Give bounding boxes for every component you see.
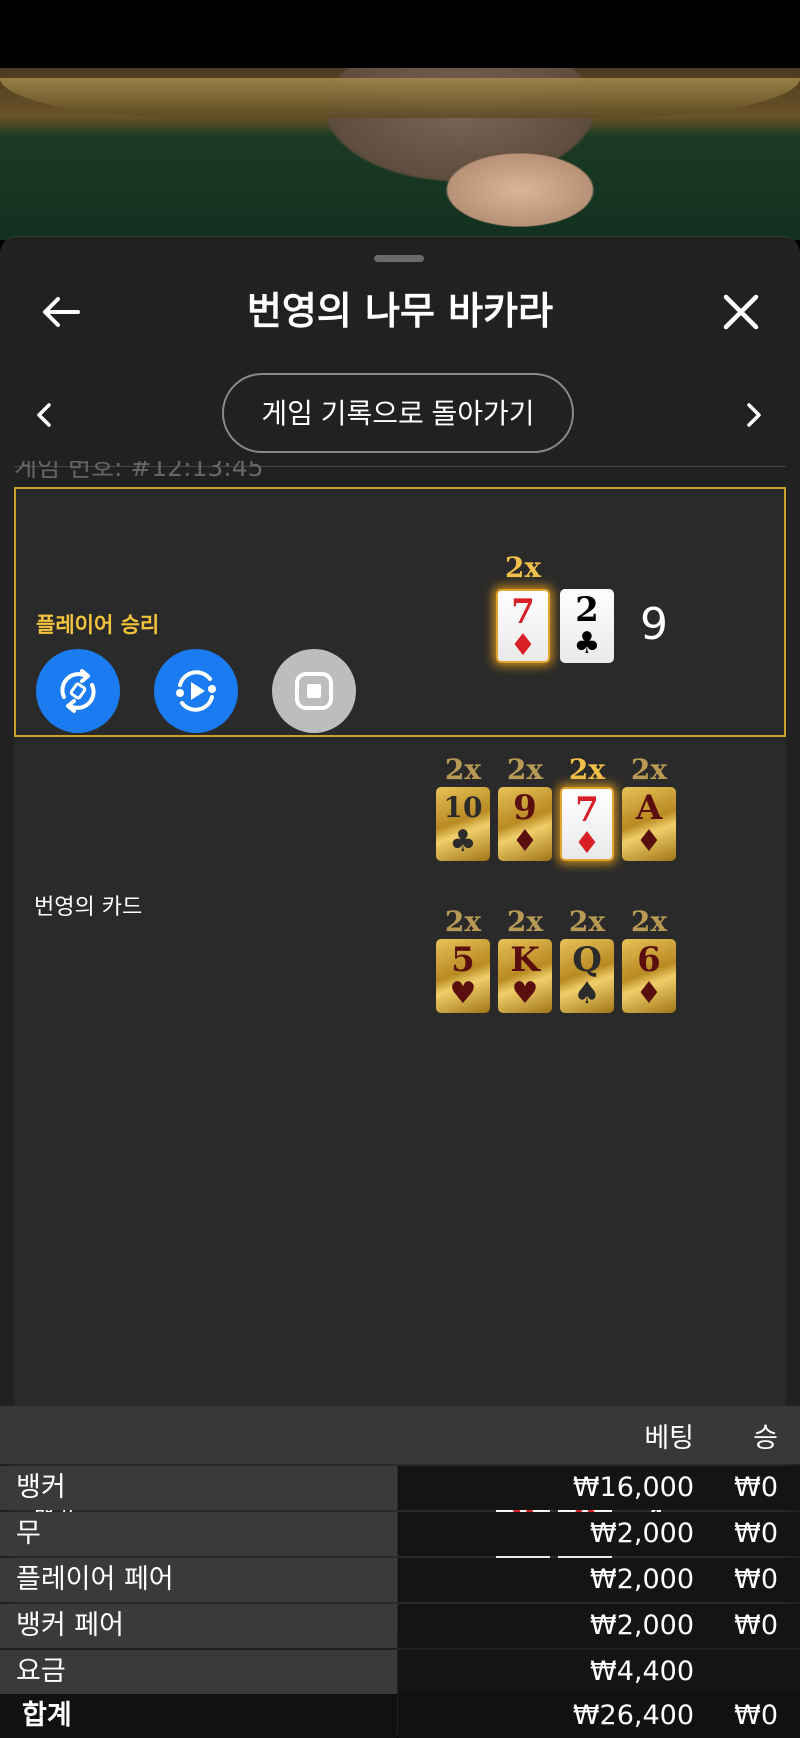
player-result-label: 플레이어 승리 <box>36 613 160 637</box>
spade-suit-icon: ♠ <box>573 976 601 1011</box>
prosperity-multiplier: 2x <box>568 753 606 786</box>
prosperity-multiplier: 2x <box>630 753 668 786</box>
page-title: 번영의 나무 바카라 <box>246 289 554 333</box>
diamond-suit-icon: ♦ <box>573 826 601 861</box>
prosperity-card: 6 ♦ <box>622 939 676 1013</box>
player-result-box: 플레이어 승리 2x 7 ♦ 2 ♣ 9 <box>14 487 786 737</box>
prosperity-card: A ♦ <box>622 787 676 861</box>
table-row: 뱅커 ₩16,000 ₩0 <box>0 1466 800 1510</box>
player-card-1: 7 ♦ <box>496 589 550 663</box>
card-rank: Q <box>572 940 602 980</box>
close-icon[interactable] <box>716 287 766 337</box>
card-rank: 7 <box>575 790 599 830</box>
stop-button[interactable] <box>272 649 356 733</box>
table-row: 요금 ₩4,400 <box>0 1650 800 1694</box>
prosperity-card: 5 ♥ <box>436 939 490 1013</box>
prosperity-cards-label: 번영의 카드 <box>34 895 143 920</box>
win-amount: ₩0 <box>734 1472 778 1503</box>
bet-amount: ₩2,000 <box>590 1610 694 1641</box>
win-amount: ₩0 <box>734 1610 778 1641</box>
prosperity-card: Q ♠ <box>560 939 614 1013</box>
card-rank: 5 <box>451 940 475 980</box>
round-id: 게임 번호: #12:13:45 <box>14 461 264 483</box>
player-score: 9 <box>640 599 668 650</box>
bet-amount: ₩2,000 <box>590 1564 694 1595</box>
game-history-panel: 번영의 나무 바카라 게임 기록으로 돌아가기 게임 번호: #12:13:45… <box>0 236 800 1735</box>
prosperity-multiplier: 2x <box>630 905 668 938</box>
diamond-suit-icon: ♦ <box>635 824 663 859</box>
drag-handle[interactable] <box>374 255 424 262</box>
stop-icon <box>295 672 333 710</box>
replay-icon <box>176 670 216 712</box>
club-suit-icon: ♣ <box>573 626 601 661</box>
prosperity-card: 9 ♦ <box>498 787 552 861</box>
table-rail <box>0 78 800 118</box>
auto-rotate-icon <box>60 669 96 713</box>
prosperity-card-matched: 7 ♦ <box>560 787 614 861</box>
chevron-left-icon[interactable] <box>32 397 56 433</box>
bet-name: 뱅커 페어 <box>0 1604 397 1648</box>
prosperity-multiplier: 2x <box>506 753 544 786</box>
bet-name: 플레이어 페어 <box>0 1558 397 1602</box>
card-rank: 6 <box>637 940 661 980</box>
bet-amount: ₩2,000 <box>590 1518 694 1549</box>
bet-name: 뱅커 <box>0 1466 397 1510</box>
table-row: 플레이어 페어 ₩2,000 ₩0 <box>0 1558 800 1602</box>
player-card-multiplier: 2x <box>504 551 542 584</box>
total-win: ₩0 <box>734 1700 778 1731</box>
prosperity-multiplier: 2x <box>506 905 544 938</box>
bet-name: 요금 <box>0 1650 397 1694</box>
auto-rotate-button[interactable] <box>36 649 120 733</box>
diamond-suit-icon: ♦ <box>509 628 537 663</box>
card-rank: 9 <box>513 788 537 828</box>
win-amount: ₩0 <box>734 1564 778 1595</box>
diamond-suit-icon: ♦ <box>635 976 663 1011</box>
total-bet: ₩26,400 <box>572 1700 694 1731</box>
bet-name: 무 <box>0 1512 397 1556</box>
total-label: 합계 <box>0 1694 397 1738</box>
table-row: 뱅커 페어 ₩2,000 ₩0 <box>0 1604 800 1648</box>
column-win: 승 <box>753 1423 778 1454</box>
bet-amount: ₩16,000 <box>572 1472 694 1503</box>
live-video <box>0 0 800 240</box>
back-to-history-button[interactable]: 게임 기록으로 돌아가기 <box>222 373 574 453</box>
total-row: 합계 ₩26,400 ₩0 <box>0 1694 800 1738</box>
club-suit-icon: ♣ <box>449 824 477 859</box>
dealer-hands <box>380 130 620 240</box>
heart-suit-icon: ♥ <box>449 976 477 1011</box>
prosperity-card: 10 ♣ <box>436 787 490 861</box>
replay-button[interactable] <box>154 649 238 733</box>
prosperity-multiplier: 2x <box>444 905 482 938</box>
prosperity-card: K ♥ <box>498 939 552 1013</box>
card-rank: A <box>635 788 663 828</box>
heart-suit-icon: ♥ <box>511 976 539 1011</box>
card-rank: K <box>510 940 540 980</box>
table-row: 무 ₩2,000 ₩0 <box>0 1512 800 1556</box>
diamond-suit-icon: ♦ <box>511 824 539 859</box>
chevron-right-icon[interactable] <box>742 397 766 433</box>
column-bet: 베팅 <box>644 1423 694 1454</box>
card-rank: 10 <box>443 791 483 824</box>
bets-table-header: 베팅 승 <box>0 1406 800 1464</box>
bet-amount: ₩4,400 <box>590 1656 694 1687</box>
card-rank: 2 <box>575 590 599 630</box>
prosperity-multiplier: 2x <box>568 905 606 938</box>
round-id-text: 게임 번호: #12:13:45 <box>14 461 264 482</box>
win-amount: ₩0 <box>734 1518 778 1549</box>
player-card-2: 2 ♣ <box>560 589 614 663</box>
prosperity-multiplier: 2x <box>444 753 482 786</box>
card-rank: 7 <box>511 592 535 632</box>
